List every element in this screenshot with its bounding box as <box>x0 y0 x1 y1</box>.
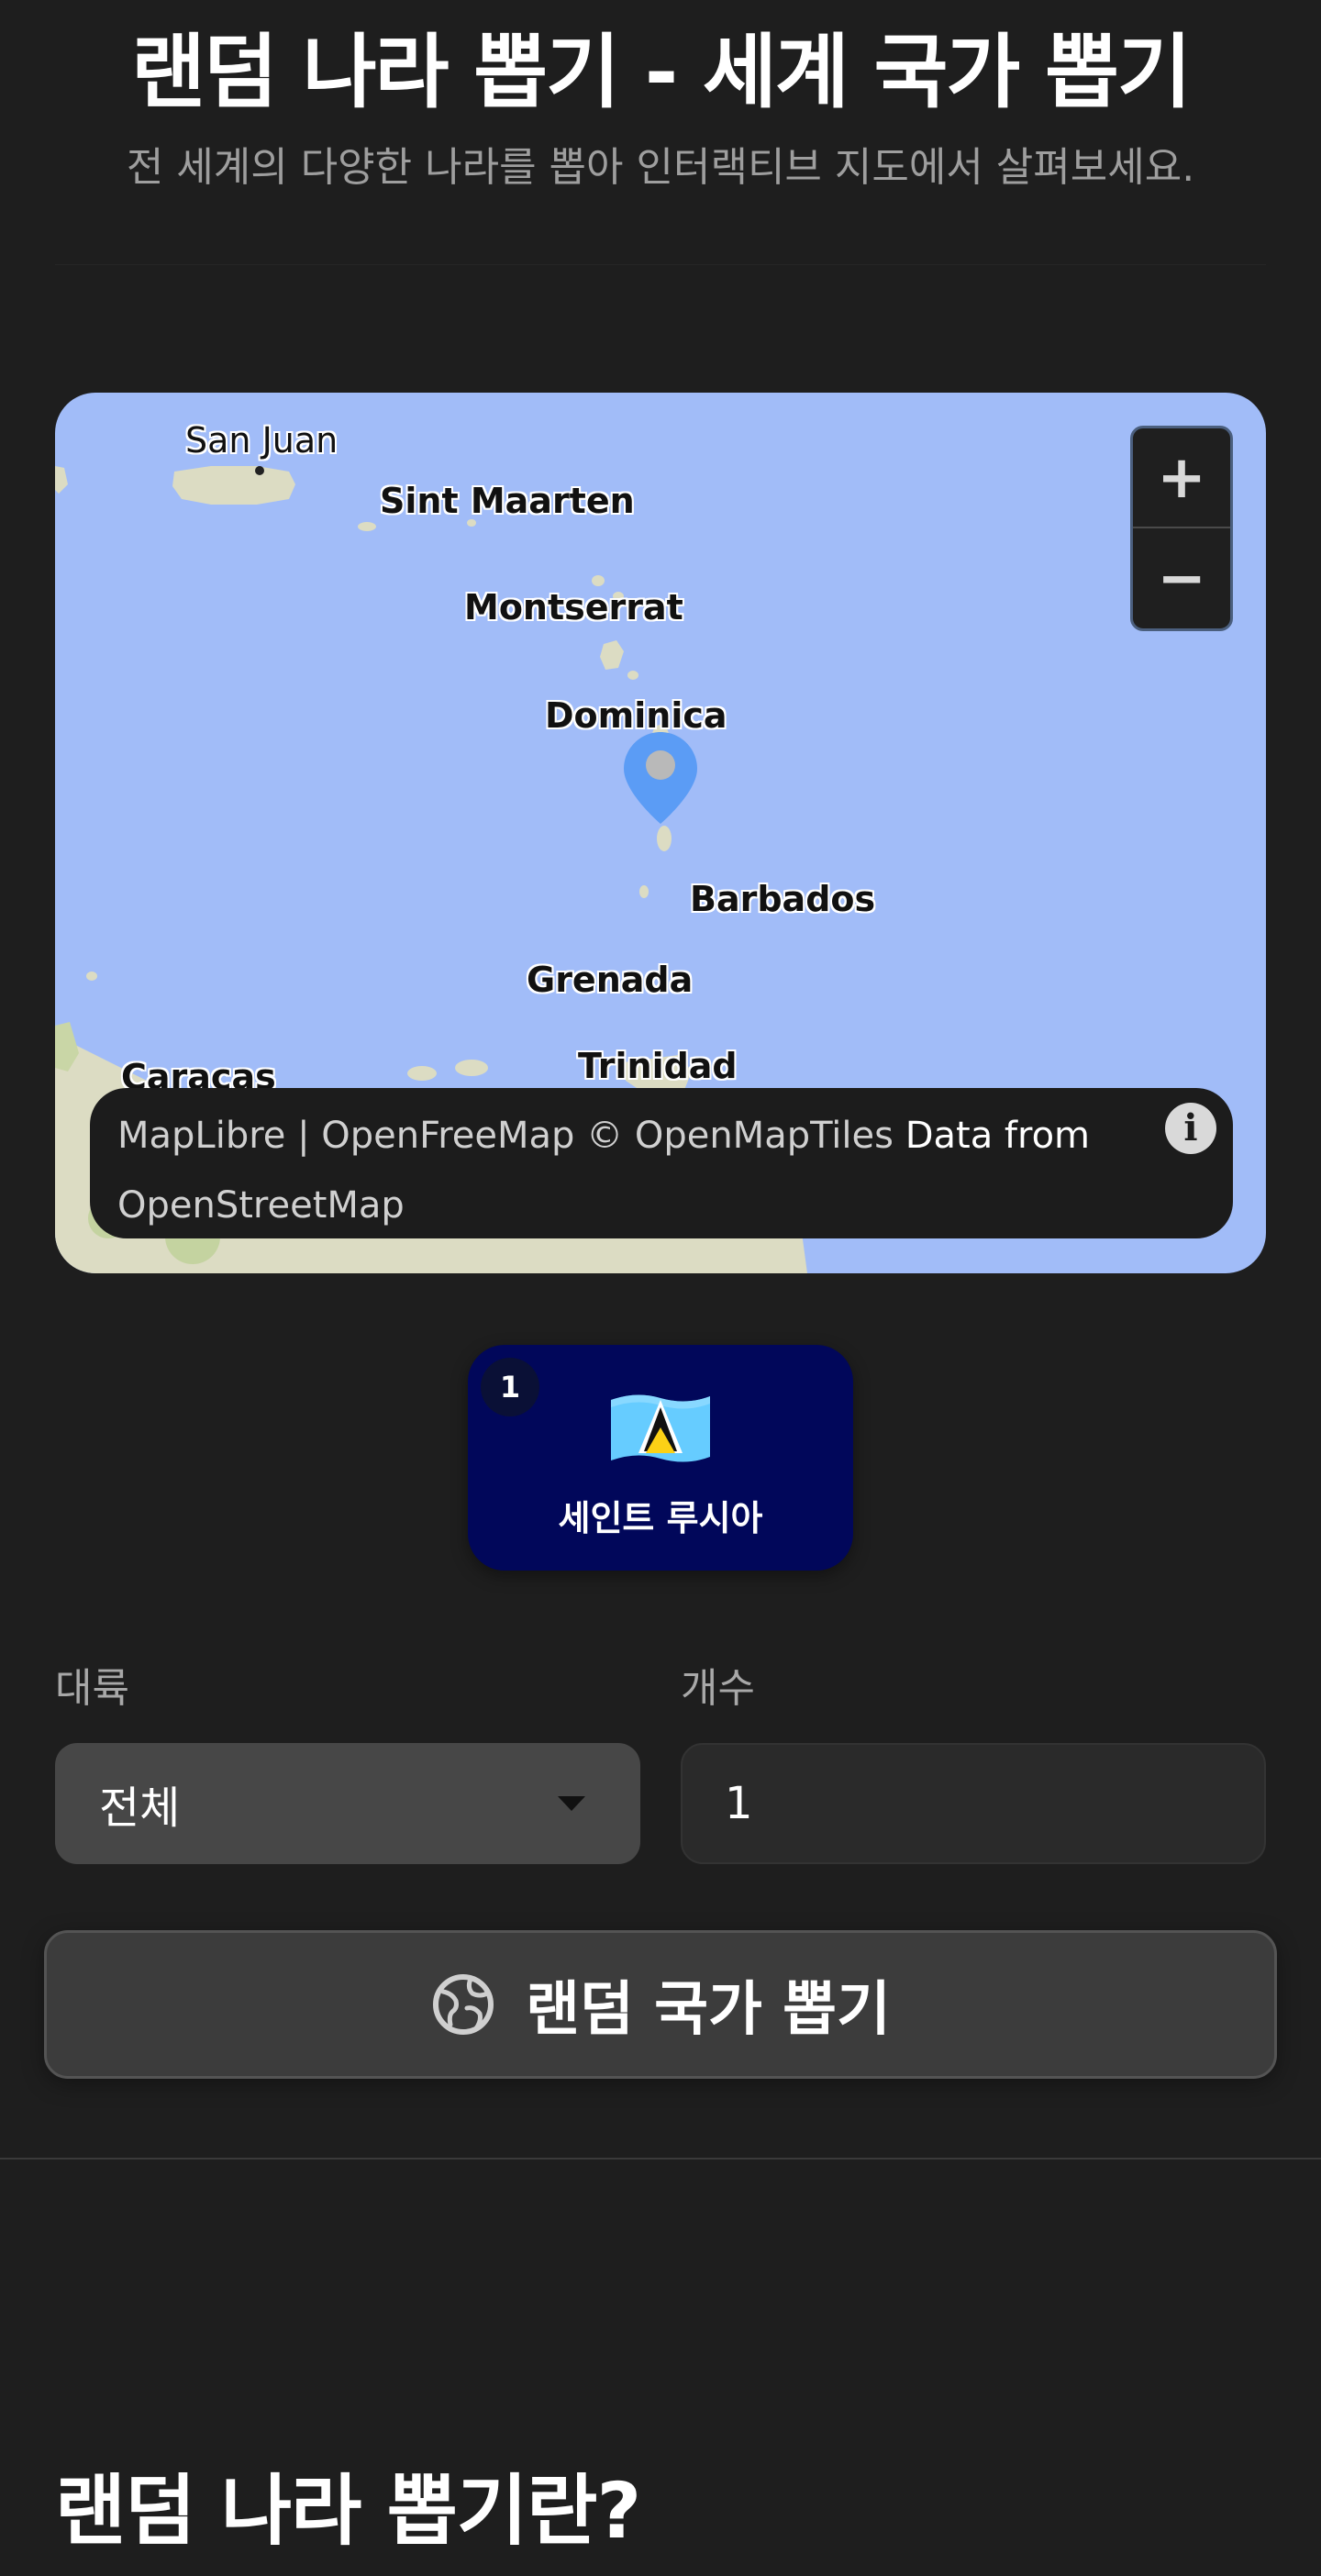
attribution-data-text: Data from <box>905 1115 1091 1157</box>
page: 랜덤 나라 뽑기 - 세계 국가 뽑기 전 세계의 다양한 나라를 뽑아 인터랙… <box>0 0 1321 2576</box>
divider <box>55 264 1266 265</box>
chevron-down-icon <box>558 1796 585 1811</box>
saint-lucia-flag-icon <box>611 1394 710 1462</box>
zoom-control: + − <box>1130 426 1233 631</box>
place-label-trinidad: Trinidad <box>578 1046 738 1086</box>
page-title: 랜덤 나라 뽑기 - 세계 국가 뽑기 <box>131 25 1192 119</box>
continent-select-value: 전체 <box>99 1782 181 1834</box>
zoom-in-button[interactable]: + <box>1133 428 1230 528</box>
result-index-badge: 1 <box>481 1358 539 1416</box>
info-icon[interactable]: i <box>1165 1103 1216 1154</box>
continent-select[interactable]: 전체 <box>55 1743 640 1864</box>
continent-label: 대륙 <box>55 1665 129 1712</box>
attribution-links[interactable]: MapLibre | OpenFreeMap © OpenMapTiles <box>117 1115 894 1157</box>
place-label-grenada: Grenada <box>527 960 694 1000</box>
zoom-out-button[interactable]: − <box>1133 528 1230 628</box>
map-view[interactable]: San Juan Sint Maarten Montserrat Dominic… <box>55 393 1266 1273</box>
draw-button-label: 랜덤 국가 뽑기 <box>526 1976 891 2044</box>
place-label-montserrat: Montserrat <box>464 587 683 627</box>
map-attribution: MapLibre | OpenFreeMap © OpenMapTiles Da… <box>90 1088 1233 1238</box>
city-dot <box>255 466 264 475</box>
section-divider <box>0 2158 1321 2160</box>
place-label-san-juan: San Juan <box>185 420 339 461</box>
count-label: 개수 <box>681 1665 755 1712</box>
globe-icon <box>433 1974 494 2035</box>
country-name: 세인트 루시아 <box>558 1498 763 1538</box>
draw-random-country-button[interactable]: 랜덤 국가 뽑기 <box>44 1930 1277 2079</box>
place-label-barbados: Barbados <box>690 879 876 919</box>
section-title: 랜덤 나라 뽑기란? <box>55 2466 641 2556</box>
attribution-osm-link[interactable]: OpenStreetMap <box>117 1184 405 1227</box>
place-label-sint-maarten: Sint Maarten <box>380 481 635 521</box>
page-subtitle: 전 세계의 다양한 나라를 뽑아 인터랙티브 지도에서 살펴보세요. <box>126 144 1195 191</box>
country-result-card[interactable]: 1 세인트 루시아 <box>468 1345 853 1571</box>
count-input[interactable] <box>681 1743 1266 1864</box>
location-pin-icon[interactable] <box>622 730 699 826</box>
